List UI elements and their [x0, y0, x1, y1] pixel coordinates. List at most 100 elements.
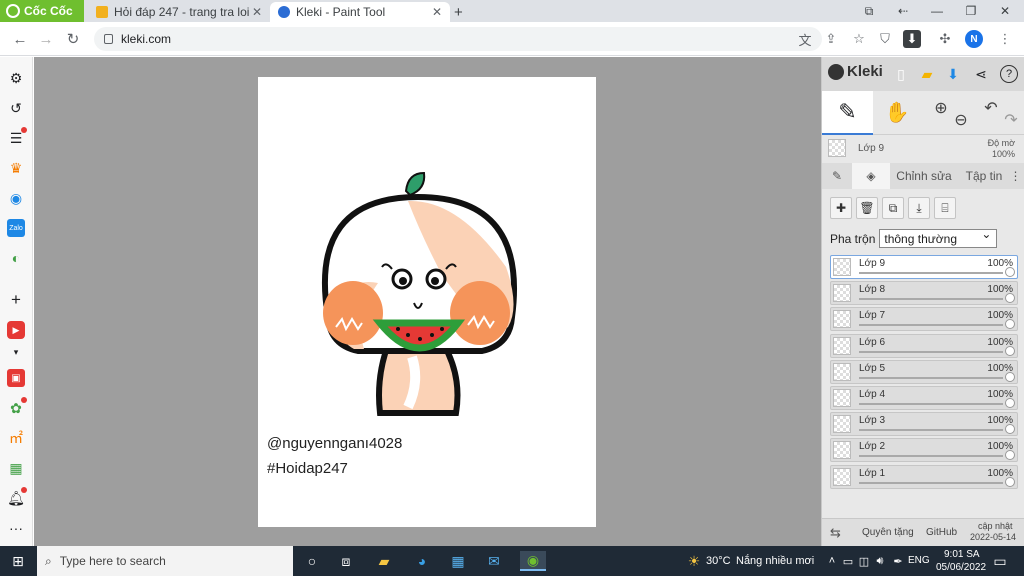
- language-indicator[interactable]: ENG: [908, 555, 930, 566]
- add-layer-button[interactable]: ✚: [830, 197, 852, 219]
- back-history-icon[interactable]: ⇠: [888, 0, 918, 22]
- menu-kebab-icon[interactable]: ⋮: [996, 30, 1014, 48]
- windows-start-icon[interactable]: ⊞: [8, 551, 28, 571]
- swap-icon[interactable]: ⇆: [830, 525, 841, 541]
- coupon-icon[interactable]: ㎡: [7, 429, 25, 447]
- layer-opacity-track[interactable]: [859, 350, 1003, 353]
- new-tab-button[interactable]: +: [450, 2, 470, 22]
- map-pin-icon[interactable]: ✿: [7, 397, 27, 417]
- layer-opacity-knob[interactable]: [1005, 424, 1015, 435]
- close-tab-icon[interactable]: ✕: [432, 5, 442, 19]
- extensions-puzzle-icon[interactable]: ✣: [936, 30, 954, 48]
- layer-opacity-track[interactable]: [859, 429, 1003, 432]
- clock-time[interactable]: 9:01 SA: [944, 549, 980, 560]
- coccoc-brand-button[interactable]: Cốc Cốc: [0, 0, 84, 22]
- layer-opacity-knob[interactable]: [1005, 476, 1015, 487]
- tab-file[interactable]: Tập tin: [958, 163, 1010, 189]
- layer-opacity-track[interactable]: [859, 324, 1003, 327]
- close-tab-icon[interactable]: ✕: [252, 5, 262, 19]
- drawing-workspace[interactable]: @nguyennganı4028 #Hoidap247: [34, 57, 821, 546]
- zalo-icon[interactable]: Zalo: [7, 219, 25, 237]
- layer-opacity-track[interactable]: [859, 298, 1003, 301]
- blend-mode-select[interactable]: thông thường: [879, 227, 998, 248]
- game-controller-icon[interactable]: ◐: [7, 249, 25, 267]
- layer-opacity-knob[interactable]: [1005, 267, 1015, 277]
- news-list-icon[interactable]: ☰: [7, 127, 27, 147]
- task-view-icon[interactable]: ○: [302, 551, 322, 571]
- save-download-icon[interactable]: ⬇: [944, 65, 962, 83]
- help-icon[interactable]: ?: [1000, 65, 1018, 83]
- back-arrow-icon[interactable]: ←: [10, 29, 30, 49]
- layer-opacity-track[interactable]: [859, 272, 1003, 274]
- layer-opacity-knob[interactable]: [1005, 371, 1015, 382]
- layer-opacity-track[interactable]: [859, 481, 1003, 484]
- edge-browser-icon[interactable]: ◕: [412, 551, 432, 571]
- rename-layer-button[interactable]: ⌸: [934, 197, 956, 219]
- more-options-icon[interactable]: ···: [7, 519, 25, 537]
- layer-opacity-knob[interactable]: [1005, 397, 1015, 408]
- new-image-icon[interactable]: ▯: [892, 65, 910, 83]
- youtube-icon[interactable]: ▶: [7, 321, 25, 339]
- layer-item[interactable]: Lớp 8 100%: [830, 281, 1018, 306]
- hand-tool-icon[interactable]: ✋: [882, 97, 912, 127]
- layer-opacity-track[interactable]: [859, 402, 1003, 405]
- spreadsheet-icon[interactable]: ▦: [7, 459, 25, 477]
- messenger-icon[interactable]: ◉: [7, 189, 25, 207]
- history-icon[interactable]: ↺: [7, 99, 25, 117]
- shield-icon[interactable]: ⛉: [876, 30, 894, 48]
- download-icon[interactable]: ⬇: [903, 30, 921, 48]
- crown-icon[interactable]: ♛: [7, 159, 25, 177]
- layer-opacity-knob[interactable]: [1005, 450, 1015, 461]
- volume-icon[interactable]: 🔊︎: [870, 551, 890, 571]
- layer-item[interactable]: Lớp 7 100%: [830, 307, 1018, 332]
- layer-opacity-knob[interactable]: [1005, 345, 1015, 356]
- brush-tool-button[interactable]: ✎: [822, 91, 873, 135]
- bookmark-star-icon[interactable]: ☆: [850, 30, 868, 48]
- delete-layer-button[interactable]: 🗑︎: [856, 197, 878, 219]
- layer-opacity-knob[interactable]: [1005, 319, 1015, 330]
- tab-layers[interactable]: ◈: [852, 163, 890, 189]
- share-icon[interactable]: ⇪: [822, 30, 840, 48]
- add-shortcut-icon[interactable]: +: [7, 290, 25, 309]
- forward-arrow-icon[interactable]: →: [36, 29, 56, 49]
- file-explorer-icon[interactable]: ▰: [374, 551, 394, 571]
- redo-icon[interactable]: ↷: [996, 105, 1024, 135]
- close-window-icon[interactable]: ✕: [990, 0, 1020, 22]
- tab-edit[interactable]: Chỉnh sửa: [890, 163, 958, 189]
- notification-center-icon[interactable]: ▭: [990, 551, 1010, 571]
- layer-opacity-track[interactable]: [859, 376, 1003, 379]
- restore-icon[interactable]: ❐: [956, 0, 986, 22]
- taskbar-search-box[interactable]: ⌕ Type here to search: [37, 546, 293, 576]
- layer-item[interactable]: Lớp 4 100%: [830, 385, 1018, 410]
- credits-link[interactable]: Quyên tặng: [862, 527, 914, 538]
- layer-item[interactable]: Lớp 9 100%: [830, 255, 1018, 279]
- minimize-icon[interactable]: —: [922, 0, 952, 22]
- reload-icon[interactable]: ↻: [63, 29, 83, 49]
- coccoc-taskbar-icon[interactable]: ◉: [520, 551, 546, 571]
- layer-item[interactable]: Lớp 2 100%: [830, 438, 1018, 463]
- settings-gear-icon[interactable]: ⚙: [7, 69, 25, 87]
- translate-icon[interactable]: 文: [796, 30, 814, 48]
- open-folder-icon[interactable]: ▰: [918, 65, 936, 83]
- zoom-out-icon[interactable]: ⊖: [946, 105, 976, 135]
- layer-item[interactable]: Lớp 5 100%: [830, 359, 1018, 384]
- duplicate-layer-button[interactable]: ⧉: [882, 197, 904, 219]
- notification-bell-icon[interactable]: 🔔︎: [7, 487, 27, 507]
- merge-down-button[interactable]: ⤓: [908, 197, 930, 219]
- store-icon[interactable]: ▦: [448, 551, 468, 571]
- shopping-icon[interactable]: ▣: [7, 369, 25, 387]
- tab-kleki[interactable]: Kleki - Paint Tool ✕: [270, 2, 450, 22]
- mail-icon[interactable]: ✉: [484, 551, 504, 571]
- layer-item[interactable]: Lớp 3 100%: [830, 412, 1018, 437]
- pen-icon[interactable]: ✒: [888, 551, 908, 571]
- layer-item[interactable]: Lớp 1 100%: [830, 464, 1018, 489]
- chevron-down-icon[interactable]: ▾: [7, 343, 25, 361]
- screenshot-icon[interactable]: ⧉: [854, 0, 884, 22]
- github-link[interactable]: GitHub: [926, 527, 957, 538]
- layer-item[interactable]: Lớp 6 100%: [830, 333, 1018, 358]
- address-bar[interactable]: kleki.com: [94, 27, 822, 51]
- layer-opacity-track[interactable]: [859, 455, 1003, 458]
- share-icon[interactable]: ⋖: [972, 65, 990, 83]
- clock-date[interactable]: 05/06/2022: [936, 562, 986, 573]
- tab-hoidap[interactable]: Hỏi đáp 247 - trang tra loi ✕: [88, 2, 270, 22]
